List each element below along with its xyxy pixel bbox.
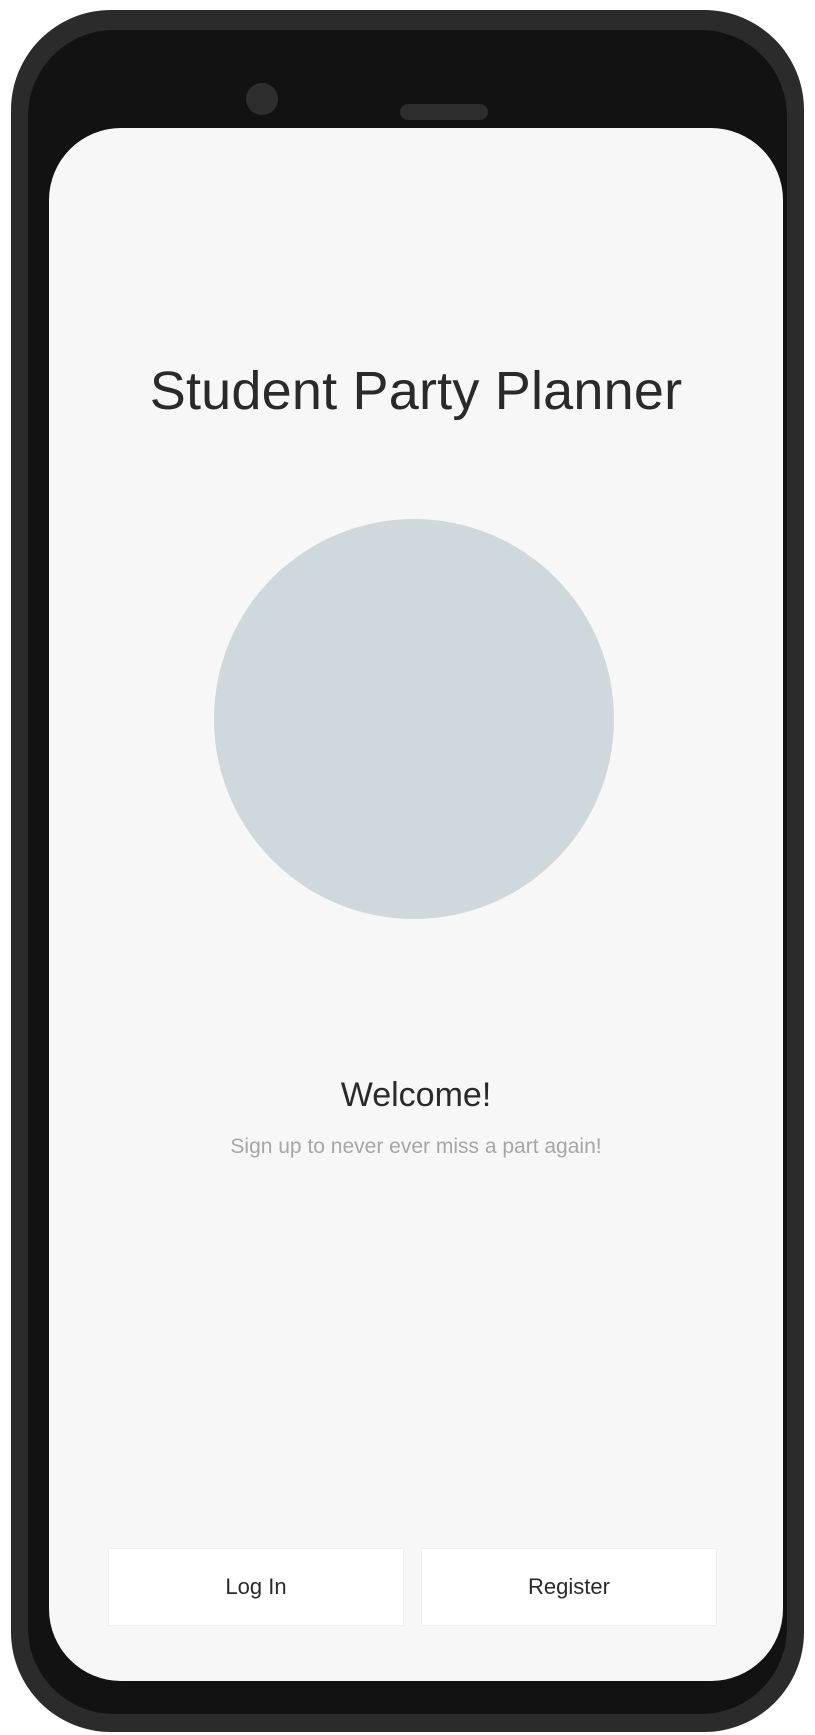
login-button[interactable]: Log In	[109, 1549, 403, 1625]
register-button[interactable]: Register	[422, 1549, 716, 1625]
app-title: Student Party Planner	[149, 361, 683, 421]
welcome-subtitle: Sign up to never ever miss a part again!	[230, 1135, 602, 1158]
earpiece-speaker	[400, 104, 488, 120]
welcome-title: Welcome!	[340, 1076, 492, 1114]
front-camera	[246, 83, 278, 115]
hero-image-placeholder	[214, 519, 614, 919]
app-screen: Student Party Planner Welcome! Sign up t…	[49, 128, 783, 1681]
